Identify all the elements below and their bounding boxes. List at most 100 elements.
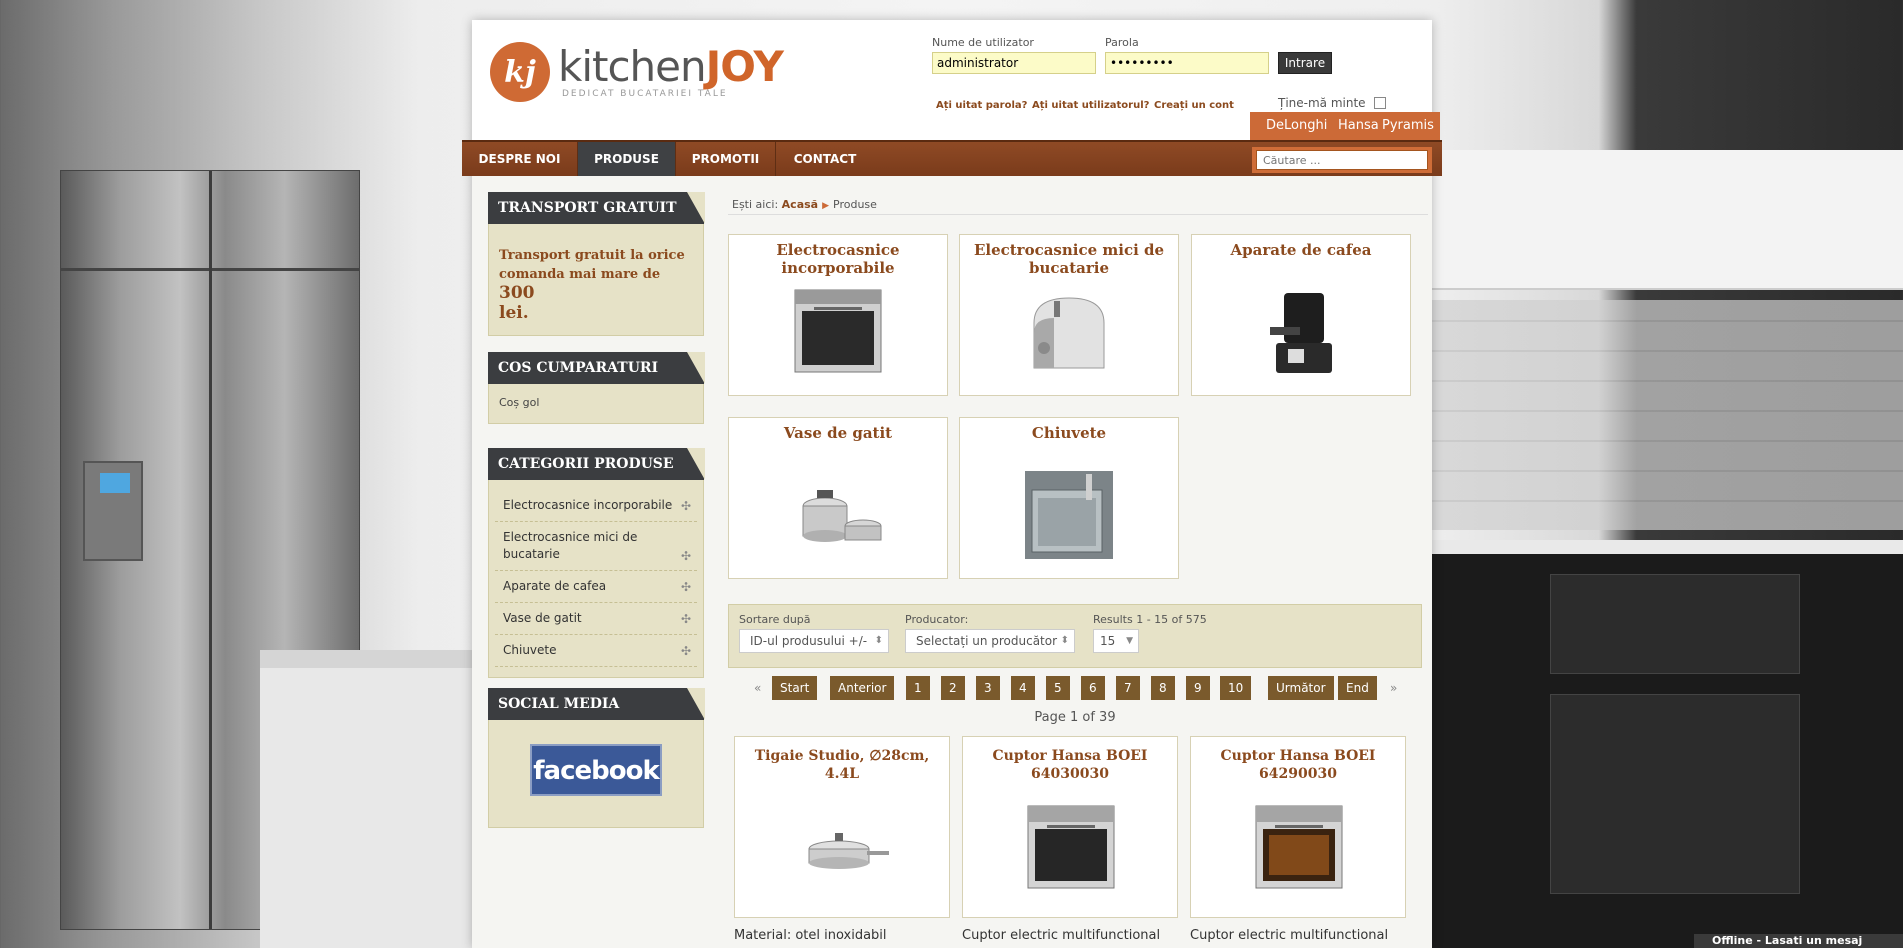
cart-module: COS CUMPARATURI Coș gol — [488, 352, 705, 424]
page-start[interactable]: Start — [772, 676, 818, 700]
select-arrows-icon: ⬍ — [874, 635, 883, 646]
category-box-aparate-cafea[interactable]: Aparate de cafea — [1191, 234, 1411, 396]
page-number[interactable]: 9 — [1186, 676, 1210, 700]
oven-image — [794, 289, 882, 373]
product-title[interactable]: Tigaie Studio, ∅28cm, 4.4L — [735, 737, 949, 783]
categories-module: CATEGORII PRODUSE Electrocasnice incorpo… — [488, 448, 705, 678]
page-number[interactable]: 2 — [941, 676, 965, 700]
transport-module: TRANSPORT GRATUIT Transport gratuit la o… — [488, 192, 705, 336]
logo-name: kitchenJOY — [558, 41, 784, 91]
password-input[interactable] — [1105, 52, 1269, 74]
page-number[interactable]: 6 — [1081, 676, 1105, 700]
brand-link-hansa[interactable]: Hansa — [1338, 118, 1379, 133]
category-item[interactable]: Aparate de cafea ✣ — [495, 571, 697, 603]
forgot-password-link[interactable]: Ați uitat parola? — [936, 100, 1027, 111]
nav-promotii[interactable]: PROMOTII — [676, 142, 776, 176]
product-description: Cuptor electric multifunctional — [1190, 928, 1389, 943]
filter-bar: Sortare după ID-ul produsului +/- ⬍ Produ… — [728, 604, 1422, 668]
page-number[interactable]: 5 — [1046, 676, 1070, 700]
sort-select[interactable]: ID-ul produsului +/- ⬍ — [739, 629, 889, 653]
expand-icon[interactable]: ✣ — [681, 643, 691, 660]
breadcrumb-current: Produse — [833, 198, 877, 211]
transport-text: Transport gratuit la orice comanda mai m… — [499, 248, 685, 323]
social-module: SOCIAL MEDIA facebook — [488, 688, 705, 828]
remember-checkbox[interactable] — [1373, 97, 1386, 109]
chat-widget[interactable]: Offline - Lasati un mesaj — [1694, 934, 1903, 948]
category-box-incorporabile[interactable]: Electrocasnice incorporabile — [728, 234, 948, 396]
logo-badge: kj — [490, 42, 550, 102]
select-arrows-icon: ⬍ — [1060, 635, 1069, 646]
breadcrumb-home[interactable]: Acasă — [782, 198, 818, 211]
first-arrow-icon: « — [754, 681, 762, 695]
per-page-select[interactable]: 15 ▼ — [1093, 629, 1139, 653]
oven-image — [1255, 805, 1343, 889]
oven-image — [1027, 805, 1115, 889]
brand-link-pyramis[interactable]: Pyramis — [1382, 118, 1434, 133]
categories-title: CATEGORII PRODUSE — [488, 448, 705, 480]
search-input[interactable] — [1256, 150, 1428, 170]
page-next[interactable]: Următor — [1268, 676, 1334, 700]
producer-label: Producator: — [905, 613, 969, 626]
page-container: kj kitchenJOY DEDICAT BUCATARIEI TALE Nu… — [462, 20, 1442, 948]
product-description: Material: otel inoxidabil — [734, 928, 887, 943]
last-arrow-icon: » — [1390, 681, 1398, 695]
forgot-username-link[interactable]: Ați uitat utilizatorul? — [1032, 100, 1149, 111]
expand-icon[interactable]: ✣ — [681, 498, 691, 515]
dropdown-arrow-icon: ▼ — [1126, 636, 1133, 646]
background-counter — [1430, 540, 1903, 948]
results-count: Results 1 - 15 of 575 — [1093, 613, 1207, 626]
page-end[interactable]: End — [1338, 676, 1377, 700]
page-number[interactable]: 3 — [976, 676, 1000, 700]
page-info: Page 1 of 39 — [1034, 710, 1116, 725]
category-box-vase-gatit[interactable]: Vase de gatit — [728, 417, 948, 579]
expand-icon[interactable]: ✣ — [681, 548, 691, 565]
social-title: SOCIAL MEDIA — [488, 688, 705, 720]
brand-links-bar: DeLonghi Hansa Pyramis — [1250, 112, 1440, 140]
category-box-chiuvete[interactable]: Chiuvete — [959, 417, 1179, 579]
brand-link-delonghi[interactable]: DeLonghi — [1266, 118, 1327, 133]
page-number[interactable]: 4 — [1011, 676, 1035, 700]
product-card[interactable]: Cuptor Hansa BOEI 64290030 — [1190, 736, 1406, 918]
nav-contact[interactable]: CONTACT — [776, 142, 874, 176]
category-item[interactable]: Electrocasnice incorporabile ✣ — [495, 490, 697, 522]
category-item[interactable]: Chiuvete ✣ — [495, 635, 697, 667]
remember-label: Ține-mă minte — [1278, 96, 1366, 110]
create-account-link[interactable]: Creați un cont — [1154, 100, 1234, 111]
category-box-electrocasnice-mici[interactable]: Electrocasnice mici de bucatarie — [959, 234, 1179, 396]
breadcrumb: Ești aici: Acasă ▶ Produse — [732, 198, 877, 211]
product-card[interactable]: Tigaie Studio, ∅28cm, 4.4L — [734, 736, 950, 918]
page-previous[interactable]: Anterior — [830, 676, 895, 700]
expand-icon[interactable]: ✣ — [681, 611, 691, 628]
site-logo[interactable]: kj kitchenJOY DEDICAT BUCATARIEI TALE — [490, 41, 784, 102]
pan-image — [808, 833, 889, 869]
product-title[interactable]: Cuptor Hansa BOEI 64290030 — [1191, 737, 1405, 783]
product-title[interactable]: Cuptor Hansa BOEI 64030030 — [963, 737, 1177, 783]
toaster-image — [1033, 297, 1105, 369]
expand-icon[interactable]: ✣ — [681, 579, 691, 596]
product-card[interactable]: Cuptor Hansa BOEI 64030030 — [962, 736, 1178, 918]
producer-select[interactable]: Selectați un producător ⬍ — [905, 629, 1075, 653]
page-number[interactable]: 10 — [1220, 676, 1252, 700]
login-button[interactable]: Intrare — [1278, 52, 1332, 74]
page-number[interactable]: 8 — [1151, 676, 1175, 700]
main-nav: DESPRE NOI PRODUSE PROMOTII CONTACT — [462, 140, 1442, 176]
password-label: Parola — [1105, 36, 1139, 49]
sort-label: Sortare după — [739, 613, 811, 626]
background-island — [260, 650, 490, 948]
page-number[interactable]: 1 — [906, 676, 930, 700]
breadcrumb-arrow-icon: ▶ — [822, 201, 830, 211]
cart-title: COS CUMPARATURI — [488, 352, 705, 384]
username-input[interactable] — [932, 52, 1096, 74]
nav-produse[interactable]: PRODUSE — [578, 142, 676, 176]
category-item[interactable]: Vase de gatit ✣ — [495, 603, 697, 635]
username-label: Nume de utilizator — [932, 36, 1034, 49]
facebook-button[interactable]: facebook — [530, 744, 662, 796]
nav-despre-noi[interactable]: DESPRE NOI — [462, 142, 578, 176]
page-number[interactable]: 7 — [1116, 676, 1140, 700]
cart-status: Coș gol — [499, 396, 540, 409]
login-form: Nume de utilizator Parola Intrare Ați ui… — [932, 36, 1422, 116]
remember-me: Ține-mă minte — [1278, 96, 1386, 110]
cookware-image — [802, 490, 882, 542]
category-item[interactable]: Electrocasnice mici de bucatarie ✣ — [495, 522, 697, 571]
product-description: Cuptor electric multifunctional — [962, 928, 1161, 943]
